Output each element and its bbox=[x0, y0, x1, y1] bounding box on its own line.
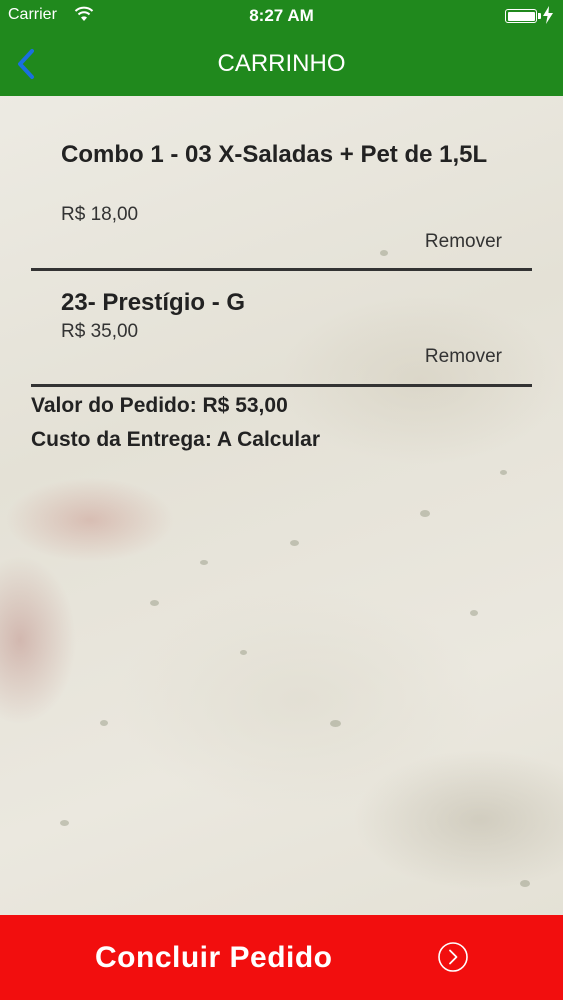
order-value: Valor do Pedido: R$ 53,00 bbox=[31, 394, 288, 417]
cart-item: Combo 1 - 03 X-Saladas + Pet de 1,5L R$ … bbox=[31, 96, 532, 271]
item-price: R$ 35,00 bbox=[61, 321, 139, 342]
cart-item: 23- Prestígio - G R$ 35,00 Remover bbox=[31, 271, 532, 387]
finish-order-label: Concluir Pedido bbox=[95, 941, 333, 974]
delivery-cost: Custo da Entrega: A Calcular bbox=[31, 428, 320, 451]
page-title: CARRINHO bbox=[217, 50, 346, 77]
item-name: Combo 1 - 03 X-Saladas + Pet de 1,5L bbox=[61, 141, 488, 168]
remove-button[interactable]: Remover bbox=[425, 346, 502, 368]
chevron-right-circle-icon bbox=[438, 942, 468, 972]
item-price: R$ 18,00 bbox=[61, 204, 139, 225]
status-time: 8:27 AM bbox=[249, 6, 314, 25]
remove-button[interactable]: Remover bbox=[425, 231, 502, 253]
navigation-bar: CARRINHO bbox=[0, 32, 563, 96]
battery-icon bbox=[505, 9, 541, 23]
charge-icon bbox=[543, 6, 553, 24]
finish-order-button[interactable]: Concluir Pedido bbox=[0, 915, 563, 1000]
status-bar: Carrier 8:27 AM bbox=[0, 0, 563, 32]
item-name: 23- Prestígio - G bbox=[61, 289, 246, 316]
